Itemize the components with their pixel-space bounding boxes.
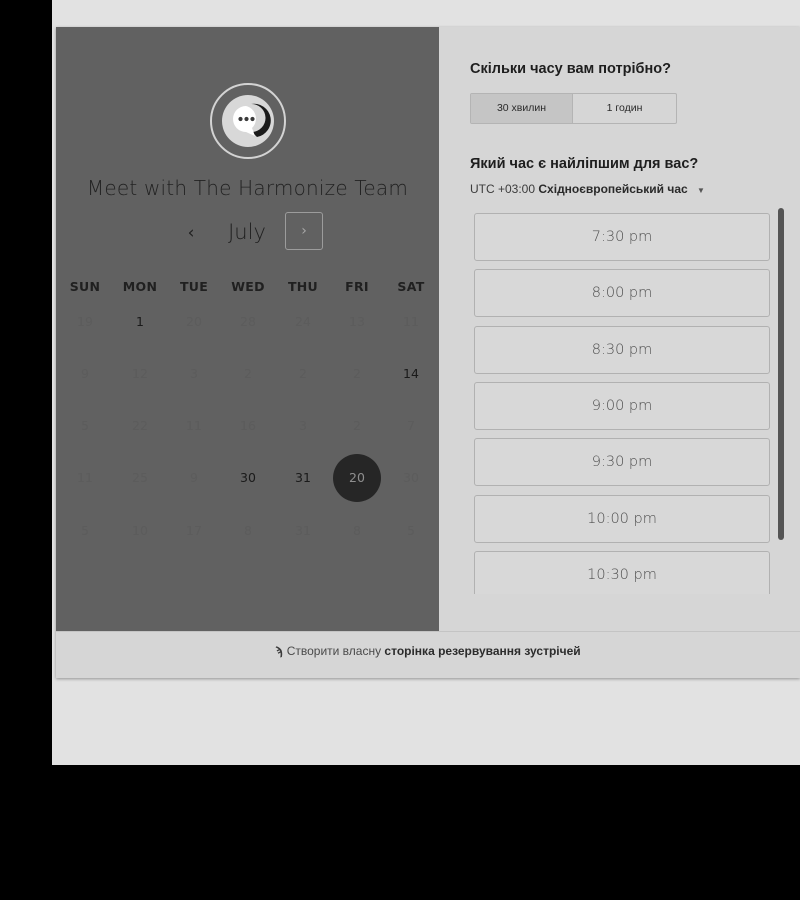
weekday-label: WED <box>231 279 265 294</box>
calendar-day: 11 <box>77 470 93 485</box>
timezone-dropdown[interactable]: UTC +03:00 Східноєвропейський час ▼ <box>470 182 705 196</box>
time-slot-button[interactable]: 9:30 pm <box>474 438 770 487</box>
weekday-label: THU <box>287 279 319 294</box>
weekday-label: TUE <box>179 279 209 294</box>
calendar-day[interactable]: 30 <box>224 454 272 502</box>
calendar-day: 5 <box>81 523 89 538</box>
meeting-title: Meet with The Harmonize Team <box>86 176 409 200</box>
weekday-label: SAT <box>397 279 425 294</box>
calendar-day: 31 <box>295 523 311 538</box>
duration-toggle: 30 хвилин 1 годин <box>470 93 677 124</box>
footer-link-text[interactable]: сторінка резервування зустрічей <box>384 644 580 658</box>
calendar-day: 22 <box>132 418 148 433</box>
calendar-day: 13 <box>349 314 365 329</box>
timezone-offset: UTC +03:00 <box>470 182 536 196</box>
calendar-day: 20 <box>186 314 202 329</box>
calendar-day: 3 <box>299 418 307 433</box>
calendar-day: 10 <box>132 523 148 538</box>
calendar-day: 9 <box>190 470 198 485</box>
calendar-day-selected[interactable]: 20 <box>333 454 381 502</box>
browser-viewport: Meet with The Harmonize Team ‹ July › SU… <box>52 0 800 765</box>
slot-list-scrollbar[interactable] <box>778 208 784 540</box>
duration-option-30min[interactable]: 30 хвилин <box>471 94 574 123</box>
time-slot-button[interactable]: 7:30 pm <box>474 213 770 261</box>
time-slot-list: 7:30 pm 8:00 pm 8:30 pm 9:00 pm 9:30 pm 10:00… <box>470 211 788 594</box>
prev-month-button[interactable]: ‹ <box>173 217 209 249</box>
time-slot-button[interactable]: 8:00 pm <box>474 269 770 318</box>
timezone-name: Східноєвропейський час <box>538 182 688 196</box>
calendar-day: 11 <box>186 418 202 433</box>
time-slot-button[interactable]: 9:00 pm <box>474 381 770 430</box>
time-heading: Який час є найліпшим для вас? <box>470 156 699 172</box>
calendar-day: 2 <box>353 418 361 433</box>
weekday-label: FRI <box>345 279 369 294</box>
calendar-day: 5 <box>81 418 89 433</box>
calendar-day: 11 <box>403 314 419 329</box>
calendar-day: 16 <box>240 418 256 433</box>
calendar-day: 12 <box>132 366 148 381</box>
caret-down-icon: ▼ <box>697 186 705 195</box>
avatar <box>210 83 286 159</box>
calendar-day[interactable]: 31 <box>279 454 327 502</box>
next-month-button[interactable]: › <box>285 212 323 250</box>
calendar-day: 25 <box>132 470 148 485</box>
calendar-day: 19 <box>77 314 93 329</box>
calendar-day: 24 <box>295 314 311 329</box>
calendar-day: 2 <box>299 366 307 381</box>
calendar-day: 2 <box>244 366 252 381</box>
duration-heading: Скільки часу вам потрібно? <box>470 61 671 77</box>
calendar-panel: Meet with The Harmonize Team ‹ July › SU… <box>56 27 439 631</box>
calendar-day: 30 <box>403 470 419 485</box>
calendar-day: 2 <box>353 366 361 381</box>
footer-divider <box>56 631 800 632</box>
calendar-day: 5 <box>407 523 415 538</box>
calendar-day: 8 <box>244 523 252 538</box>
duration-option-1hour[interactable]: 1 годин <box>573 94 676 123</box>
calendar-day: 9 <box>81 366 89 381</box>
footer-link[interactable]: ϡ Створити власну сторінка резервування з… <box>56 644 800 658</box>
calendar-day: 8 <box>353 523 361 538</box>
time-slot-button[interactable]: 10:00 pm <box>474 494 770 543</box>
weekday-label: MON <box>122 279 158 294</box>
booking-card: Meet with The Harmonize Team ‹ July › SU… <box>56 27 800 678</box>
time-slot-button[interactable]: 10:30 pm <box>474 550 770 594</box>
time-slot-button[interactable]: 8:30 pm <box>474 325 770 374</box>
weekday-label: SUN <box>69 279 101 294</box>
hubspot-sprocket-icon: ϡ <box>275 644 283 658</box>
footer-text: Створити власну <box>286 644 382 658</box>
month-label: July <box>228 220 266 244</box>
calendar-day: 17 <box>186 523 202 538</box>
calendar-day[interactable]: 14 <box>387 350 435 398</box>
calendar-day: 3 <box>190 366 198 381</box>
calendar-day: 7 <box>407 418 415 433</box>
calendar-day: 28 <box>240 314 256 329</box>
calendar-day[interactable]: 1 <box>116 298 164 346</box>
chat-bubble-icon <box>222 95 274 147</box>
